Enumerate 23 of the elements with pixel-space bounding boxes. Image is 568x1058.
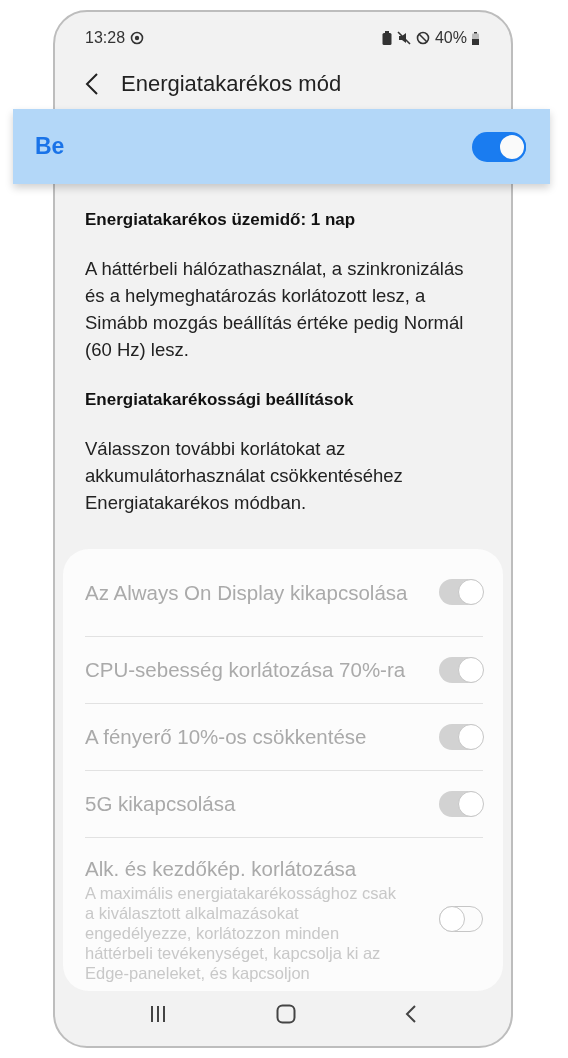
section-description: Válasszon további korlátokat az akkumulátorhasználat csökkentéséhez Energiatakarékos módban. bbox=[85, 436, 404, 515]
description-text: A háttérbeli hálózathasználat, a szinkronizálás és a helymeghatározás korlátozott lesz, a Simább mozgás beállítás értéke pedig Normál (60 Hz) lesz. bbox=[85, 256, 465, 362]
option-label: Az Always On Display kikapcsolása bbox=[85, 579, 409, 605]
option-label: 5G kikapcsolása bbox=[85, 791, 237, 817]
option-label: A fényerő 10%-os csökkentése bbox=[85, 724, 368, 750]
recent-apps-icon[interactable] bbox=[149, 1005, 168, 1024]
battery-icon bbox=[472, 31, 479, 45]
section-heading: Energiatakarékossági beállítások bbox=[85, 388, 355, 411]
back-icon[interactable] bbox=[85, 71, 99, 96]
switch-label: Be bbox=[35, 133, 65, 161]
option-label: CPU-sebesség korlátozása 70%-ra bbox=[85, 657, 407, 683]
battery-percentage: 40% bbox=[434, 29, 467, 48]
home-icon[interactable] bbox=[276, 1004, 296, 1025]
toggle-switch[interactable] bbox=[472, 131, 526, 162]
back-icon[interactable] bbox=[404, 1004, 417, 1025]
master-switch-bar[interactable]: Be bbox=[13, 109, 550, 184]
mute-icon bbox=[396, 31, 411, 46]
do-not-disturb-icon bbox=[415, 31, 430, 46]
status-time: 13:28 bbox=[85, 29, 126, 48]
battery-saver-icon bbox=[381, 31, 392, 46]
page-title: Energiatakarékos mód bbox=[121, 70, 342, 97]
option-label: Alk. és kezdőkép. korlátozása bbox=[85, 855, 358, 881]
runtime-text: Energiatakarékos üzemidő: 1 nap bbox=[85, 208, 357, 231]
